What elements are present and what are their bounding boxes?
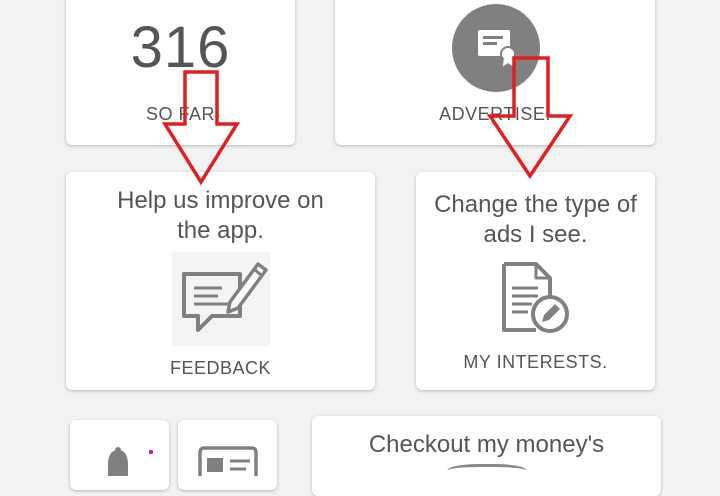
profile-card[interactable] xyxy=(178,420,277,490)
notification-dot xyxy=(149,450,153,454)
bell-icon xyxy=(100,446,136,476)
money-card[interactable]: Checkout my money's xyxy=(312,416,661,496)
certificate-icon xyxy=(452,4,540,92)
advertise-card[interactable]: ADVERTISE. xyxy=(335,0,655,145)
so-far-label: SO FAR xyxy=(145,104,215,124)
interests-card[interactable]: Change the type of ads I see. MY INTERES… xyxy=(416,172,655,390)
money-description: Checkout my money's xyxy=(368,431,605,458)
advertise-label: ADVERTISE. xyxy=(439,104,551,124)
money-description-clipped-line xyxy=(447,464,527,470)
interests-label: MY INTERESTS. xyxy=(463,352,608,372)
feedback-edit-icon xyxy=(172,252,270,346)
so-far-count: 316 xyxy=(130,15,231,80)
feedback-label: FEEDBACK xyxy=(169,358,272,378)
id-card-icon xyxy=(198,446,258,490)
document-edit-icon xyxy=(498,260,574,336)
feedback-card[interactable]: Help us improve on the app. FEEDBACK xyxy=(66,172,375,390)
so-far-card[interactable]: 316 SO FAR xyxy=(66,0,295,145)
notifications-card[interactable] xyxy=(70,420,169,490)
feedback-description: Help us improve on the app. xyxy=(117,187,324,244)
interests-description: Change the type of ads I see. xyxy=(434,191,637,248)
